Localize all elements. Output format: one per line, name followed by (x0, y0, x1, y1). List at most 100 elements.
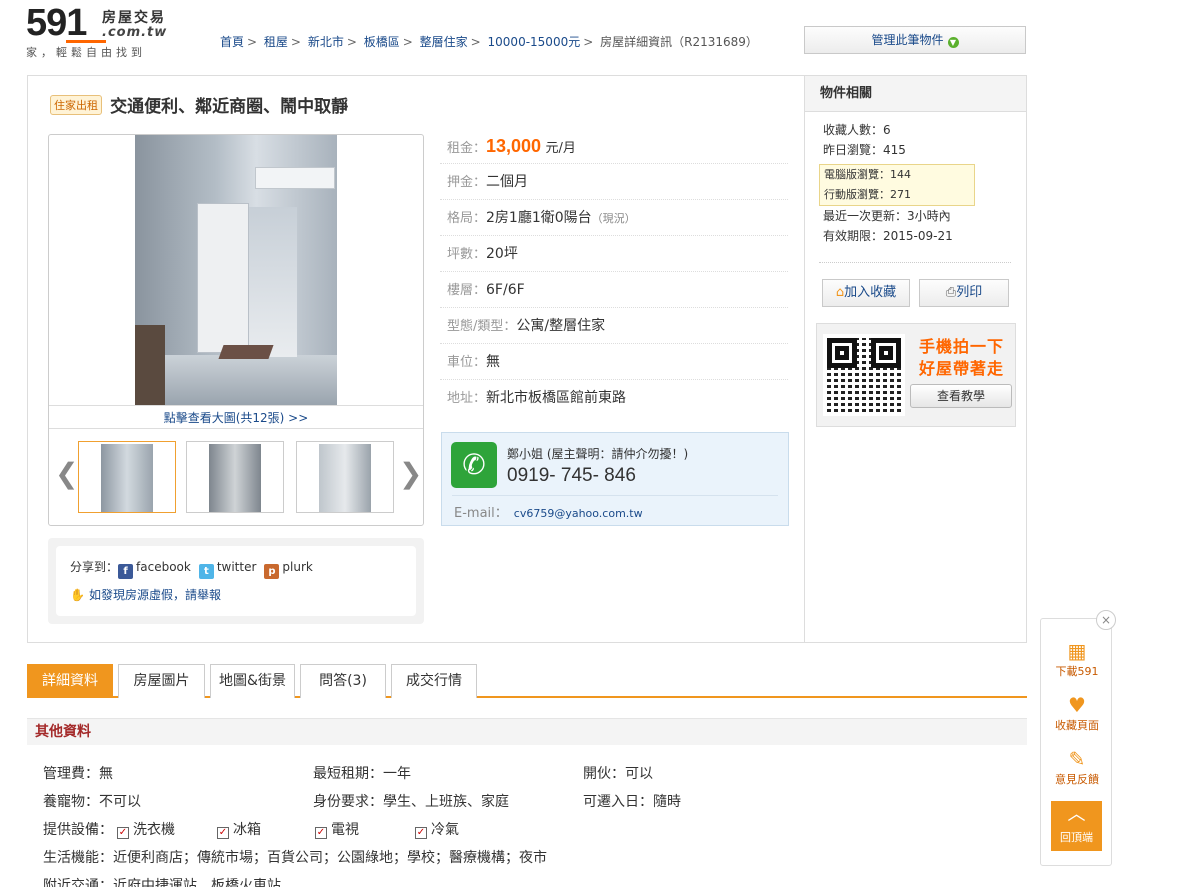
view-large-link[interactable]: 點擊查看大圖(共12張) >> (49, 405, 423, 429)
logo-domain: .com.tw (102, 25, 168, 40)
checkbox-icon: ✓ (415, 827, 427, 839)
breadcrumb-current: 房屋詳細資訊（R2131689） (600, 35, 758, 49)
tab-photos[interactable]: 房屋圖片 (118, 664, 205, 698)
info-floor: 樓層：6F/6F (440, 272, 788, 308)
main-photo[interactable] (135, 135, 337, 405)
rent-price: 13,000 (486, 136, 542, 156)
equipment-item: ✓ 冰箱 (217, 822, 261, 839)
listing-title-row: 住家出租 交通便利、鄰近商圈、鬧中取靜 (50, 92, 348, 117)
photo-gallery: 點擊查看大圖(共12張) >> ❮ ❯ (48, 134, 424, 526)
logo-chinese: 房屋交易 (102, 10, 166, 26)
contact-name: 鄭小姐 (屋主聲明：請仲介勿擾！) (507, 447, 689, 461)
breadcrumb-price[interactable]: 10000-15000元 (488, 35, 581, 49)
stat-mobile: 行動版瀏覽：271 (824, 188, 911, 201)
thumbnail[interactable] (186, 441, 284, 513)
info-deposit: 押金：二個月 (440, 164, 788, 200)
chevron-right-icon[interactable]: ❯ (399, 457, 422, 490)
detail-tabs: 詳細資料 房屋圖片 地圖&街景 問答(3) 成交行情 (27, 664, 1027, 698)
print-button[interactable]: ⎙列印 (919, 279, 1009, 307)
detail-mgmt-fee: 管理費：無 (43, 766, 113, 782)
report-link[interactable]: ✋ 如發現房源虛假，請舉報 (70, 586, 221, 603)
detail-identity: 身份要求：學生、上班族、家庭 (313, 794, 509, 810)
info-address: 地址：新北市板橋區館前東路 (447, 390, 627, 406)
thumbnail[interactable] (296, 441, 394, 513)
sidebar: 物件相關 收藏人數：6 昨日瀏覽：415 電腦版瀏覽：144 行動版瀏覽：271… (804, 76, 1026, 642)
qr-code-icon (823, 334, 905, 416)
views-tooltip: 電腦版瀏覽：144 行動版瀏覽：271 (819, 164, 975, 206)
tab-details[interactable]: 詳細資料 (27, 664, 113, 698)
heart-icon: ♥ (1068, 693, 1086, 717)
collect-page-button[interactable]: ♥ 收藏頁面 (1041, 693, 1113, 733)
pencil-icon: ✎ (1068, 747, 1086, 771)
contact-email-row: E-mail： cv6759@yahoo.com.tw (454, 506, 643, 521)
chevron-up-icon: ︿ (1067, 804, 1086, 825)
listing-tag: 住家出租 (50, 95, 102, 115)
chevron-left-icon[interactable]: ❮ (55, 457, 78, 490)
share-label: 分享到： (70, 560, 119, 574)
breadcrumb-home[interactable]: 首頁 (220, 35, 244, 49)
listing-title: 交通便利、鄰近商圈、鬧中取靜 (110, 97, 349, 117)
share-row: 分享到： f facebook t twitter p plurk (70, 558, 313, 579)
contact-phone: 0919- 745- 846 (507, 465, 636, 486)
add-favorite-button[interactable]: ⌂加入收藏 (822, 279, 910, 307)
detail-cooking: 開伙：可以 (583, 766, 653, 782)
tab-market[interactable]: 成交行情 (391, 664, 477, 698)
details-list: 管理費：無 最短租期：一年 開伙：可以 養寵物：不可以 身份要求：學生、上班族、… (43, 760, 1003, 887)
breadcrumb-type[interactable]: 整層住家 (420, 35, 468, 49)
stat-update: 最近一次更新：3小時內 (823, 209, 951, 223)
contact-email[interactable]: cv6759@yahoo.com.tw (514, 507, 643, 520)
detail-equipment: 提供設備： ✓ 洗衣機 ✓ 冰箱 ✓ 電視 ✓ 冷氣 (43, 816, 1003, 844)
breadcrumb-city[interactable]: 新北市 (308, 35, 344, 49)
info-parking: 車位：無 (440, 344, 788, 380)
phone-icon: ✆ (451, 442, 497, 488)
share-facebook[interactable]: f facebook (118, 560, 191, 579)
detail-life: 生活機能：近便利商店；傳統市場；百貨公司；公園綠地；學校；醫療機構；夜市 (43, 850, 547, 866)
detail-pets: 養寵物：不可以 (43, 794, 141, 810)
view-tutorial-button[interactable]: 查看教學 (910, 384, 1012, 408)
breadcrumb: 首頁 > 租屋 > 新北市 > 板橋區 > 整層住家 > 10000-15000元 > 房屋… (220, 35, 758, 49)
detail-min-lease: 最短租期：一年 (313, 766, 411, 782)
logo-underline (66, 40, 106, 43)
close-icon[interactable]: × (1096, 610, 1116, 630)
manage-listing-label: 管理此筆物件 (871, 33, 944, 47)
plurk-icon: p (264, 564, 280, 579)
equipment-item: ✓ 電視 (315, 822, 359, 839)
stats: 收藏人數：6 昨日瀏覽：415 (823, 120, 906, 160)
breadcrumb-rent[interactable]: 租屋 (264, 35, 288, 49)
detail-move-in: 可遷入日：隨時 (583, 794, 681, 810)
listing-panel: 住家出租 交通便利、鄰近商圈、鬧中取靜 點擊查看大圖(共12張) >> ❮ ❯ … (27, 75, 1027, 643)
tab-map[interactable]: 地圖&街景 (210, 664, 295, 698)
equipment-item: ✓ 洗衣機 (117, 822, 175, 839)
feedback-button[interactable]: ✎ 意見反饋 (1041, 747, 1113, 787)
share-twitter[interactable]: t twitter (198, 560, 256, 579)
printer-icon: ⎙ (945, 285, 957, 300)
qr-box: 手機拍一下 好屋帶著走 查看教學 (816, 323, 1016, 427)
checkbox-icon: ✓ (117, 827, 129, 839)
thumbnail[interactable] (78, 441, 176, 513)
stat-pc: 電腦版瀏覽：144 (824, 168, 911, 181)
share-plurk[interactable]: p plurk (264, 560, 313, 579)
logo-slogan: 家，輕鬆自由找到 (26, 46, 146, 59)
chevron-down-icon: ▼ (947, 37, 959, 48)
qr-icon: ▦ (1067, 639, 1087, 663)
facebook-icon: f (118, 564, 134, 579)
stat-yesterday: 昨日瀏覽：415 (823, 143, 906, 157)
site-logo[interactable]: 591 房屋交易 .com.tw 家，輕鬆自由找到 (26, 2, 196, 59)
twitter-icon: t (198, 564, 214, 579)
checkbox-icon: ✓ (315, 827, 327, 839)
logo-number: 591 (26, 2, 87, 44)
stats-more: 最近一次更新：3小時內 有效期限：2015-09-21 (823, 206, 953, 246)
manage-listing-button[interactable]: 管理此筆物件 ▼ (804, 26, 1026, 54)
hand-icon: ✋ (70, 588, 85, 602)
sidebar-title: 物件相關 (805, 76, 1026, 112)
info-type: 型態/類型：公寓/整層住家 (440, 308, 788, 344)
back-to-top-button[interactable]: ︿ 回頂端 (1051, 801, 1102, 851)
breadcrumb-district[interactable]: 板橋區 (364, 35, 400, 49)
download-app-button[interactable]: ▦ 下載591 (1041, 639, 1113, 679)
detail-transport: 附近交通：近府中捷運站、板橋火車站 (43, 878, 281, 887)
tab-qa[interactable]: 問答(3) (300, 664, 386, 698)
stat-favorites: 收藏人數：6 (823, 123, 891, 137)
listing-info: 租金：13,000 元/月 押金：二個月 格局：2房1廳1衛0陽台（現況） 坪數… (440, 128, 788, 416)
share-box: 分享到： f facebook t twitter p plurk ✋ 如發現房源虛假，請舉報 (48, 538, 424, 624)
contact-box: ✆ 鄭小姐 (屋主聲明：請仲介勿擾！) 0919- 745- 846 E-mai… (441, 432, 789, 526)
